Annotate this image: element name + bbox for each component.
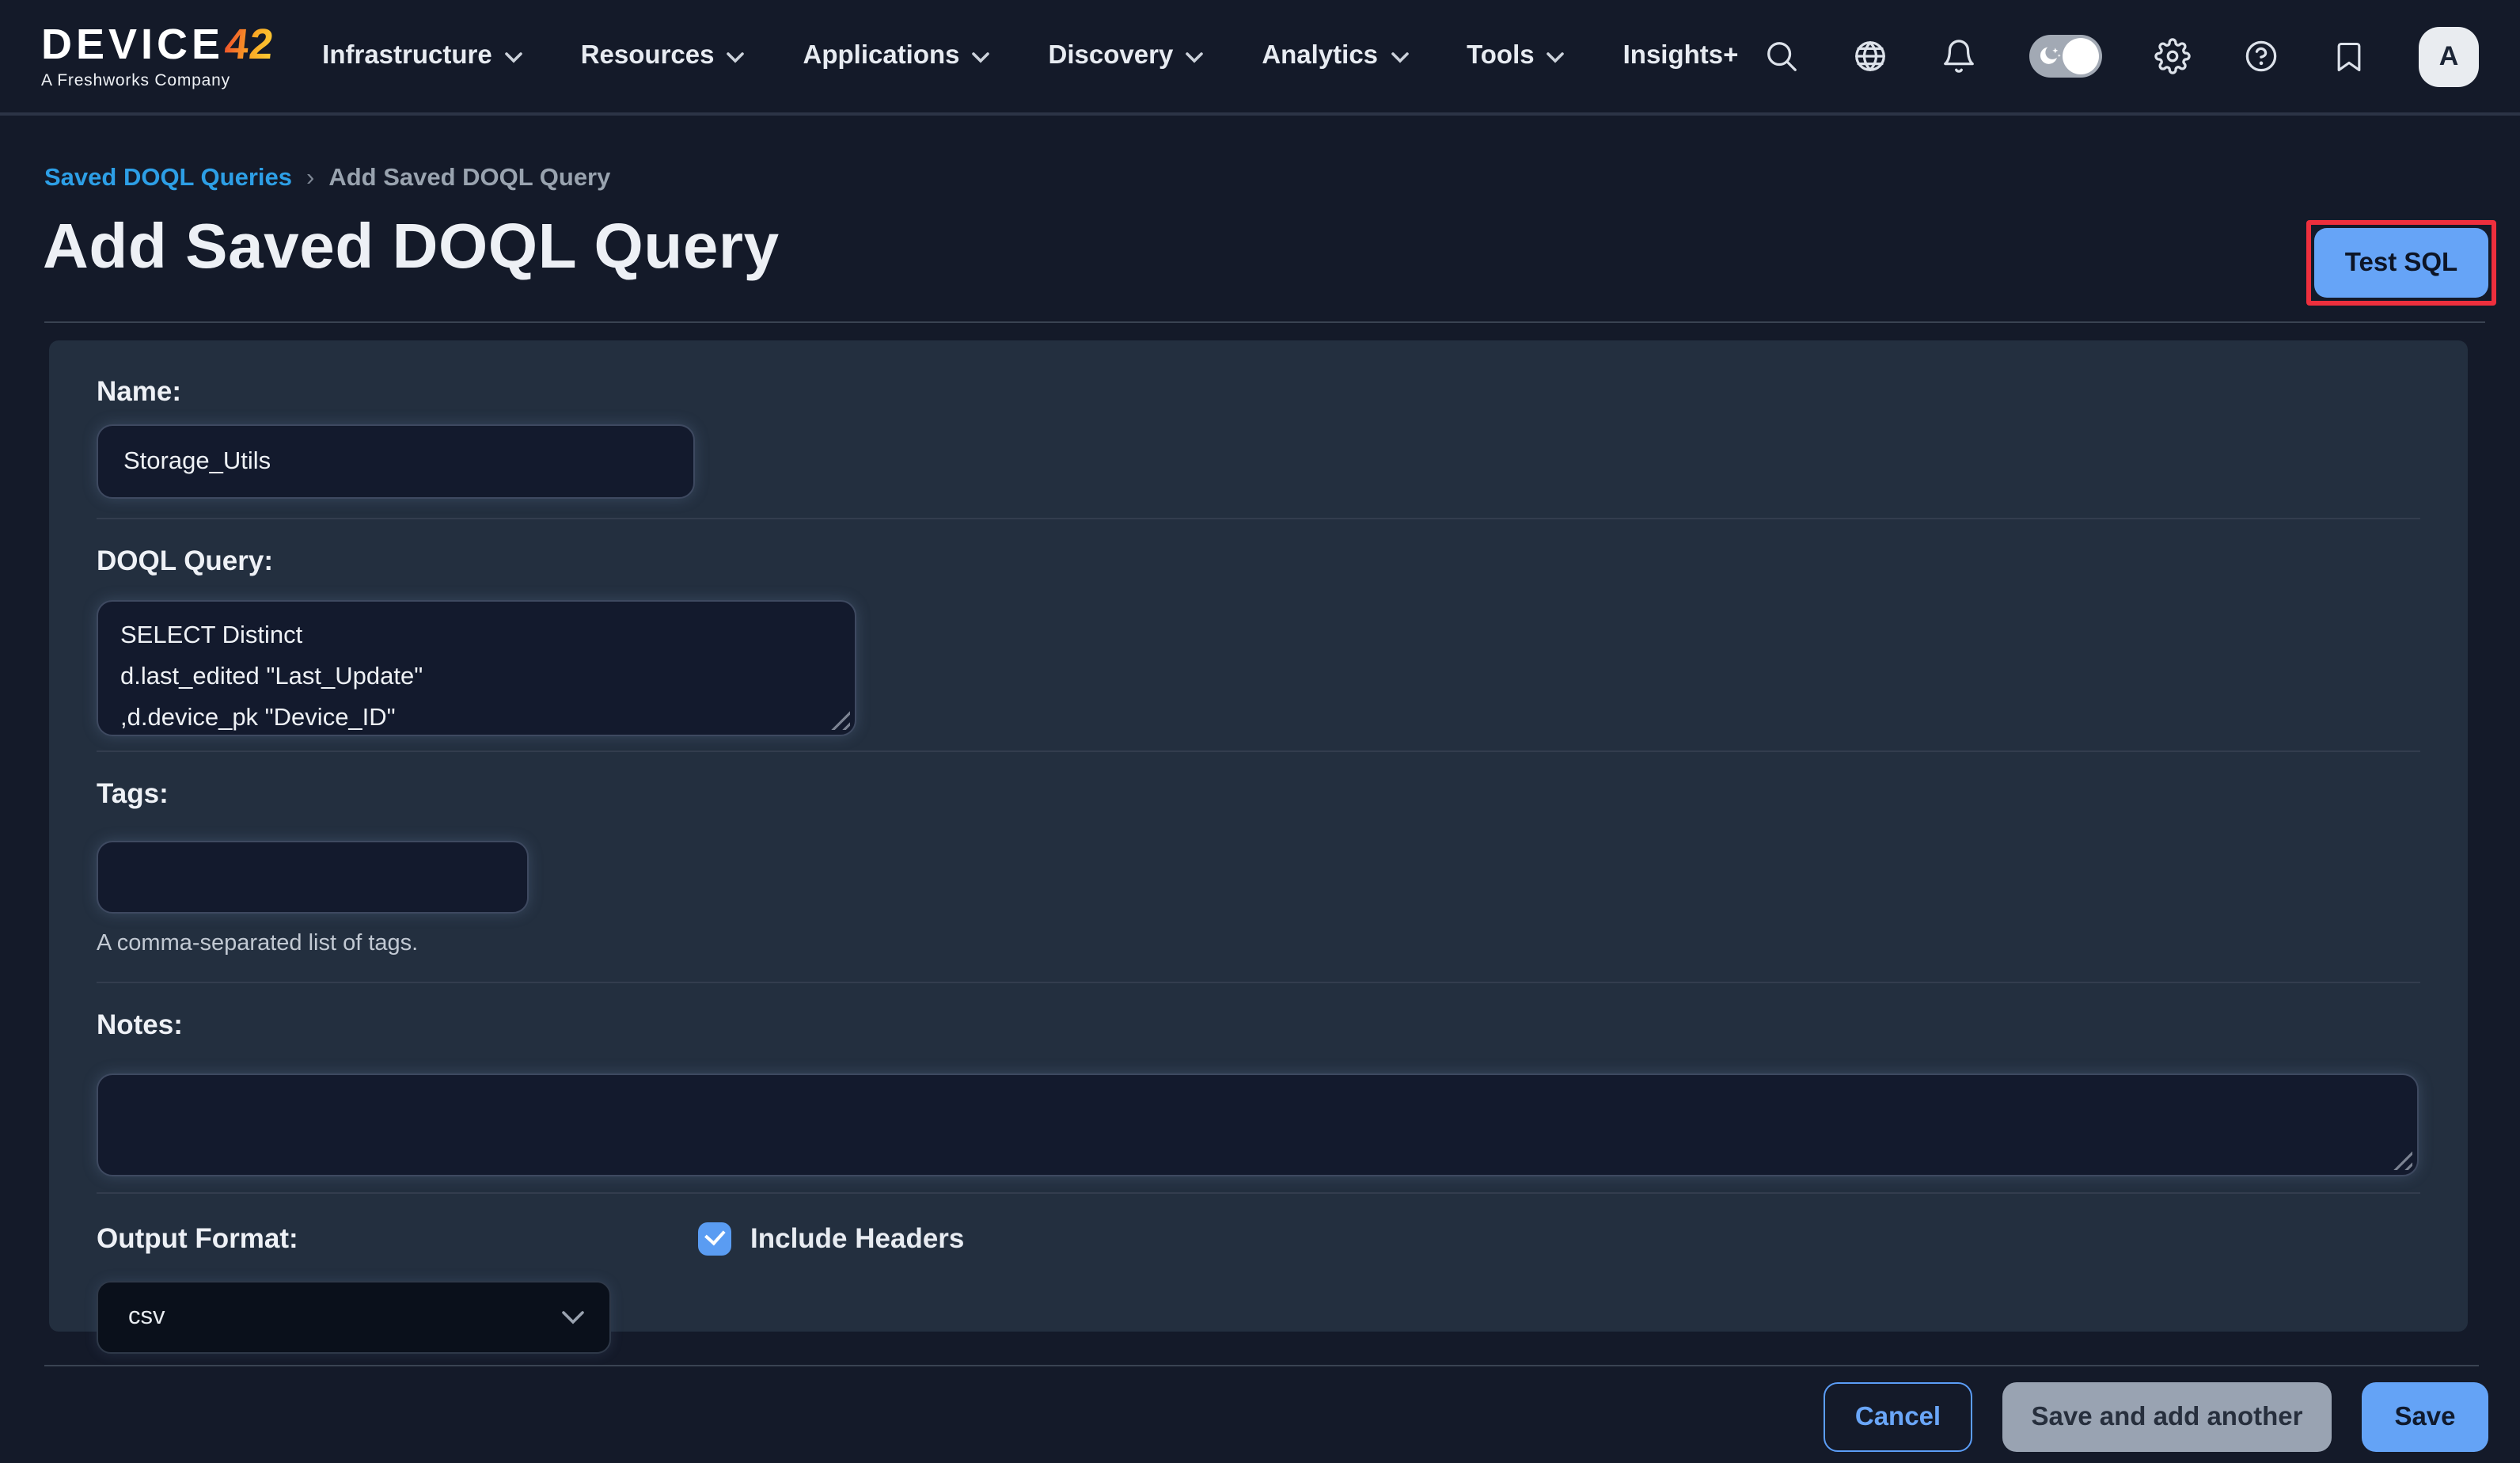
chevron-down-icon <box>973 52 990 63</box>
section-divider <box>97 750 2420 752</box>
bookmark-icon[interactable] <box>2332 39 2366 74</box>
menu-item-infrastructure[interactable]: Infrastructure <box>322 41 522 71</box>
test-sql-highlight-ring: Test SQL <box>2306 220 2496 306</box>
brand-tagline: A Freshworks Company <box>41 73 273 89</box>
theme-toggle[interactable] <box>2029 35 2102 78</box>
user-avatar[interactable]: A <box>2419 26 2479 86</box>
add-saved-doql-query-form: Name: DOQL Query: SELECT Distinct d.last… <box>49 340 2468 1332</box>
doql-query-label: DOQL Query: <box>97 545 2420 578</box>
top-navbar: DEVICE42 A Freshworks Company Infrastruc… <box>0 0 2520 116</box>
menu-item-analytics[interactable]: Analytics <box>1262 41 1408 71</box>
section-divider <box>97 1192 2420 1194</box>
name-input[interactable] <box>97 424 695 499</box>
menu-item-resources[interactable]: Resources <box>581 41 745 71</box>
cancel-button[interactable]: Cancel <box>1824 1382 1972 1452</box>
brand-number: 42 <box>222 24 275 66</box>
moon-stars-icon <box>2036 43 2063 70</box>
page-title: Add Saved DOQL Query <box>43 212 780 283</box>
tags-helper-text: A comma-separated list of tags. <box>97 931 2420 956</box>
include-headers-checkbox[interactable] <box>698 1222 731 1256</box>
save-button[interactable]: Save <box>2362 1382 2488 1452</box>
tags-input[interactable] <box>97 841 529 914</box>
output-format-select[interactable]: csv <box>97 1281 611 1354</box>
menu-item-tools[interactable]: Tools <box>1467 41 1565 71</box>
navbar-actions: A <box>1763 26 2479 86</box>
chevron-down-icon <box>727 52 745 63</box>
output-format-value: csv <box>128 1303 165 1332</box>
chevron-down-icon <box>1547 52 1565 63</box>
help-icon[interactable] <box>2243 38 2279 74</box>
footer-divider <box>44 1365 2479 1366</box>
notes-label: Notes: <box>97 1009 2420 1042</box>
doql-query-textarea[interactable]: SELECT Distinct d.last_edited "Last_Upda… <box>97 600 856 736</box>
brand-logo[interactable]: DEVICE42 A Freshworks Company <box>41 24 273 89</box>
notes-textarea[interactable] <box>97 1074 2419 1176</box>
chevron-down-icon <box>1391 52 1408 63</box>
save-and-add-another-button[interactable]: Save and add another <box>2002 1382 2332 1452</box>
breadcrumb-current: Add Saved DOQL Query <box>328 165 610 193</box>
tags-label: Tags: <box>97 777 2420 811</box>
header-divider <box>44 321 2485 323</box>
brand-name: DEVICE42 <box>41 24 273 66</box>
footer-actions: Cancel Save and add another Save <box>1824 1382 2488 1452</box>
toggle-knob <box>2063 38 2099 74</box>
breadcrumb-link-saved-doql-queries[interactable]: Saved DOQL Queries <box>44 165 292 193</box>
menu-item-applications[interactable]: Applications <box>803 41 990 71</box>
output-format-label: Output Format: <box>97 1222 2420 1256</box>
menu-item-discovery[interactable]: Discovery <box>1049 41 1204 71</box>
search-icon[interactable] <box>1763 38 1800 74</box>
section-divider <box>97 982 2420 983</box>
menu-item-insights[interactable]: Insights+ <box>1623 41 1739 71</box>
chevron-down-icon <box>505 52 522 63</box>
section-divider <box>97 518 2420 519</box>
main-menu: Infrastructure Resources Applications Di… <box>322 41 1738 71</box>
include-headers-checkbox-group[interactable]: Include Headers <box>698 1222 964 1256</box>
test-sql-button[interactable]: Test SQL <box>2314 228 2488 298</box>
notifications-bell-icon[interactable] <box>1941 38 1977 74</box>
settings-gear-icon[interactable] <box>2154 38 2191 74</box>
chevron-down-icon <box>1186 52 1203 63</box>
chevron-down-icon <box>562 1310 584 1324</box>
name-label: Name: <box>97 375 2420 408</box>
breadcrumb-separator: › <box>306 165 314 193</box>
app-window: DEVICE42 A Freshworks Company Infrastruc… <box>0 0 2520 1463</box>
include-headers-label: Include Headers <box>750 1222 964 1256</box>
globe-icon[interactable] <box>1852 38 1888 74</box>
breadcrumb: Saved DOQL Queries › Add Saved DOQL Quer… <box>44 165 610 193</box>
